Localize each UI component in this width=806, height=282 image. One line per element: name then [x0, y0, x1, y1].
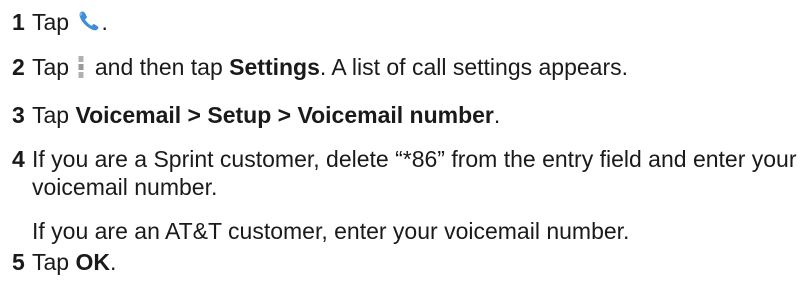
step-text: Tap [32, 54, 70, 80]
step-3: 3 Tap Voicemail > Setup > Voicemail numb… [12, 101, 500, 129]
step-text-end: . [493, 102, 501, 128]
step-text-middle: and then tap [94, 54, 223, 80]
step-text-end: . A list of call settings appears. [319, 54, 629, 80]
phone-icon [77, 9, 101, 33]
step-bold-term: OK [75, 249, 110, 275]
menu-overflow-icon [77, 55, 85, 79]
step-4: 4 If you are a Sprint customer, delete “… [12, 145, 806, 245]
step-number: 3 [12, 102, 25, 128]
step-bold-term: Settings [229, 54, 320, 80]
step-number: 2 [12, 54, 25, 80]
step-bold-term: Voicemail > Setup > Voicemail number [75, 102, 494, 128]
step-number: 4 [12, 146, 25, 172]
step-text: Tap [32, 9, 70, 35]
step-text: Tap [32, 102, 70, 128]
step-text-end: . [101, 9, 108, 35]
step-2: 2 Tap and then tap Settings. A list of c… [12, 53, 628, 81]
step-note: If you are an AT&T customer, enter your … [32, 218, 630, 244]
step-text-end: . [109, 249, 117, 275]
step-text: If you are a Sprint customer, delete “*8… [32, 146, 797, 200]
step-text: Tap [32, 249, 70, 275]
step-number: 5 [12, 249, 25, 275]
step-5: 5 Tap OK. [12, 248, 116, 276]
step-number: 1 [12, 9, 25, 35]
step-1: 1 Tap . [12, 8, 108, 36]
